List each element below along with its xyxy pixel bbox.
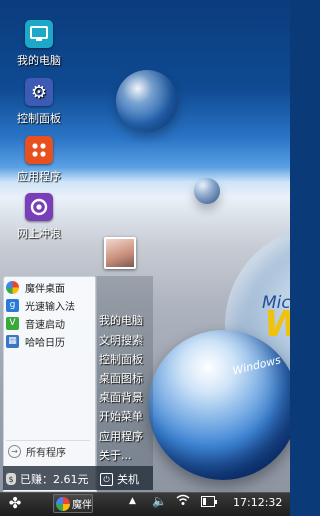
desktop-icon-label: 控制面板: [17, 112, 61, 125]
mobo-icon: [56, 496, 70, 511]
desktop-icon-label: 我的电脑: [17, 54, 61, 67]
shutdown-label: 关机: [117, 473, 139, 486]
tray-expand-icon[interactable]: ▲: [129, 496, 136, 506]
gear-icon: ⚙: [25, 78, 53, 106]
menu-item-start-menu[interactable]: 开始菜单: [99, 408, 143, 424]
earnings-status: $ 已赚：2.61元: [6, 471, 89, 487]
shutdown-button[interactable]: ⏻ 关机: [100, 471, 139, 487]
app-item-label: 音速启动: [25, 319, 65, 331]
menu-item-desktop-background[interactable]: 桌面背景: [99, 389, 143, 405]
all-programs-label: 所有程序: [26, 448, 66, 459]
wallpaper-bubble-large: [116, 70, 178, 132]
money-bag-icon: $: [6, 473, 16, 485]
menu-item-about[interactable]: 关于...: [99, 447, 132, 463]
earnings-label: 已赚：2.61元: [20, 473, 89, 486]
wallpaper-bubble-small: [194, 178, 220, 204]
start-menu-divider: [6, 440, 90, 441]
taskbar-app-label: 魔伴: [72, 500, 92, 511]
wallpaper-xp-letter: W: [264, 304, 290, 345]
battery-level: [203, 498, 206, 505]
start-menu-app-mobo-desktop[interactable]: 魔伴桌面: [6, 278, 65, 296]
browser-icon: [25, 193, 53, 221]
battery-nub: [215, 500, 217, 504]
app-item-label: 哈哈日历: [25, 337, 65, 349]
menu-item-search[interactable]: 文明搜索: [99, 332, 143, 348]
arrow-right-icon: →: [8, 445, 21, 458]
wallpaper-xp-ball: [148, 330, 290, 480]
mobo-icon: [6, 280, 19, 294]
desktop-icon-control-panel[interactable]: ⚙ 控制面板: [0, 78, 78, 126]
user-avatar[interactable]: [104, 237, 136, 269]
monitor-icon: [25, 20, 53, 48]
menu-item-applications[interactable]: 应用程序: [99, 428, 143, 444]
battery-icon[interactable]: [201, 496, 217, 507]
start-button[interactable]: ✤: [6, 495, 24, 512]
app-item-label: 光速输入法: [25, 301, 75, 313]
taskbar-clock[interactable]: 17:12:32: [233, 496, 282, 509]
taskbar-running-app[interactable]: 魔伴: [53, 494, 93, 513]
app-item-label: 魔伴桌面: [25, 283, 65, 295]
start-menu-app-calendar[interactable]: ▦ 哈哈日历: [6, 332, 65, 350]
desktop-icon-label: 应用程序: [17, 170, 61, 183]
launch-icon: V: [6, 316, 19, 330]
start-menu-app-quick-launch[interactable]: V 音速启动: [6, 314, 65, 332]
desktop-icon-my-computer[interactable]: 我的电脑: [0, 20, 78, 68]
menu-item-my-computer[interactable]: 我的电脑: [99, 312, 143, 328]
desktop-icon-web-surf[interactable]: 网上冲浪: [0, 193, 78, 241]
all-programs-button[interactable]: → 所有程序: [8, 444, 66, 459]
power-icon: ⏻: [100, 472, 113, 486]
desktop-icon-applications[interactable]: 应用程序: [0, 136, 78, 184]
menu-item-desktop-icons[interactable]: 桌面图标: [99, 370, 143, 386]
wifi-icon[interactable]: [176, 494, 190, 509]
calendar-icon: ▦: [6, 334, 19, 348]
keyboard-icon: g: [6, 298, 19, 312]
menu-item-control-panel[interactable]: 控制面板: [99, 351, 143, 367]
clover-icon: ✤: [8, 494, 22, 512]
start-menu-app-input-method[interactable]: g 光速输入法: [6, 296, 75, 314]
volume-icon[interactable]: 🔈: [152, 494, 167, 508]
apps-grid-icon: [25, 136, 53, 164]
